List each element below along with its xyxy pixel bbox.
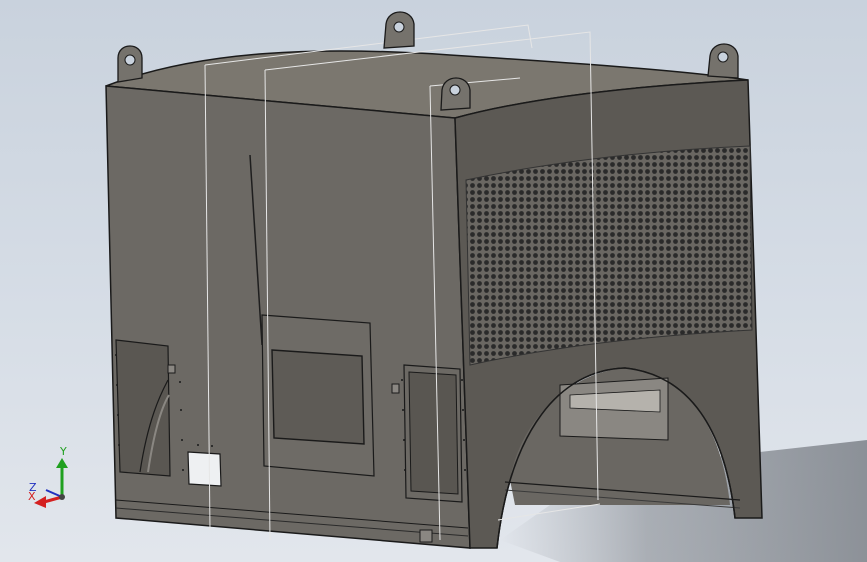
triad-z-label: Z xyxy=(29,481,37,494)
center-window xyxy=(271,349,365,445)
graphics-viewport[interactable]: Y X Z xyxy=(0,0,867,562)
lifting-eye-1 xyxy=(117,45,143,83)
model-canvas[interactable]: Y X Z xyxy=(0,0,867,562)
lifting-eye-2 xyxy=(383,11,415,49)
triad-x-arrow-icon xyxy=(34,496,46,508)
reference-triad[interactable]: Y X Z xyxy=(28,445,68,508)
triad-y-arrow-icon xyxy=(56,458,68,468)
right-opening xyxy=(408,371,459,495)
triad-y-label: Y xyxy=(59,445,67,458)
ventilation-grill xyxy=(465,145,753,366)
lifting-eye-4 xyxy=(440,77,471,111)
fastener-3 xyxy=(419,529,433,543)
small-square-cutout xyxy=(187,451,222,487)
fastener-2 xyxy=(391,383,400,394)
lifting-eye-3 xyxy=(707,43,739,79)
fastener-1 xyxy=(167,364,176,374)
